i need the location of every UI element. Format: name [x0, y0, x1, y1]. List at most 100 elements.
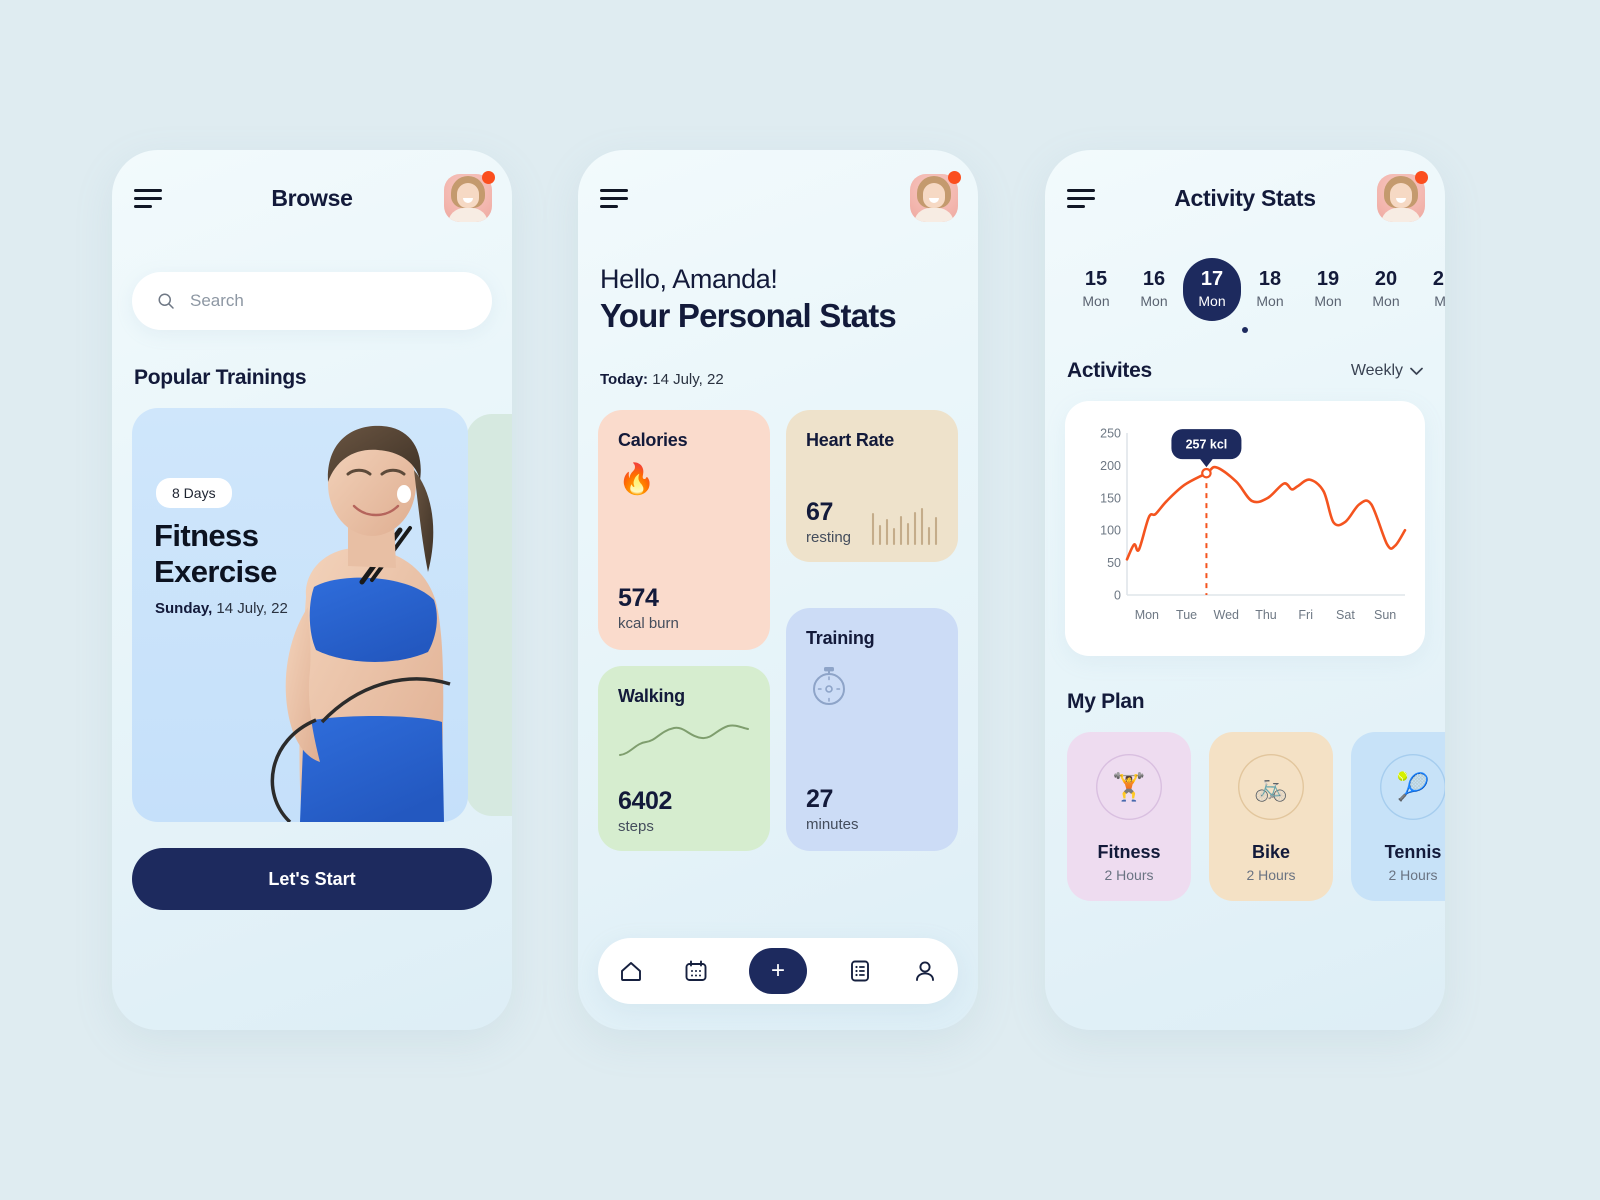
phone-screen-browse: Browse Popular Trainings	[112, 150, 512, 1030]
chart-line-series	[1125, 465, 1407, 561]
date-cell-17-selected[interactable]: 17 Mon	[1183, 258, 1241, 321]
date-day: 17	[1200, 268, 1224, 290]
sparkline-icon	[619, 724, 749, 756]
section-title-my-plan: My Plan	[1067, 690, 1145, 713]
date-cell-15[interactable]: 15 Mon	[1067, 258, 1125, 321]
card-title: Fitness Exercise	[154, 518, 277, 590]
plan-carousel[interactable]: 🏋 Fitness 2 Hours 🚲 Bike 2 Hours 🎾 Tenni…	[1067, 732, 1445, 901]
profile-icon[interactable]	[912, 958, 938, 984]
search-input[interactable]	[190, 291, 468, 311]
period-selector-label: Weekly	[1350, 362, 1403, 379]
training-card[interactable]: 8 Days Fitness Exercise Sunday, 14 July,…	[132, 408, 468, 822]
period-selector[interactable]: Weekly	[1351, 362, 1423, 380]
plan-card-fitness[interactable]: 🏋 Fitness 2 Hours	[1067, 732, 1191, 901]
activity-chart-card[interactable]: 0 50 100 150 200 250 257 kcl Mon Tue Wed Thu Fri S…	[1065, 401, 1425, 656]
avatar-face	[457, 183, 479, 208]
today-label: Today:	[600, 371, 649, 388]
stat-card-heart-rate[interactable]: Heart Rate 67 resting	[786, 410, 958, 562]
chart-x-axis-ticks: Mon Tue Wed Thu Fri Sat Sun	[1135, 608, 1397, 622]
avatar-face	[1390, 183, 1412, 208]
stat-card-calories[interactable]: Calories 🔥 574 kcal burn	[598, 410, 770, 650]
avatar-face	[923, 183, 945, 208]
stat-value-calories: 574	[618, 584, 659, 612]
hamburger-icon[interactable]	[600, 189, 628, 208]
stats-grid: Calories 🔥 574 kcal burn Heart Rate 67 r…	[598, 410, 958, 851]
stat-unit-calories: kcal burn	[618, 615, 679, 632]
stat-title-calories: Calories	[618, 430, 688, 450]
chart-x-tick-label: Mon	[1135, 608, 1159, 622]
stat-value-heart-rate: 67	[806, 498, 834, 526]
chart-y-tick-label: 200	[1100, 459, 1121, 473]
avatar[interactable]	[910, 171, 961, 222]
plan-name: Bike	[1251, 842, 1291, 862]
plus-icon[interactable]: +	[748, 948, 807, 994]
date-cell-20[interactable]: 20 Mon	[1357, 258, 1415, 321]
activity-line-chart: 0 50 100 150 200 250 257 kcl Mon Tue Wed Thu Fri S…	[1100, 427, 1407, 622]
page-title: Browse	[271, 184, 353, 211]
stat-unit-walking: steps	[618, 818, 654, 835]
plan-duration: 2 Hours	[1388, 867, 1438, 883]
avatar[interactable]	[444, 171, 495, 222]
greeting-text: Hello, Amanda!	[600, 264, 778, 294]
stat-card-training[interactable]: Training 27 minutes	[786, 608, 958, 851]
page-headline: Your Personal Stats	[600, 297, 897, 334]
stat-value-training: 27	[806, 785, 834, 813]
chart-y-tick-label: 50	[1107, 556, 1121, 570]
stat-value-group: 27 minutes	[806, 785, 859, 833]
date-cell-21[interactable]: 21 Mo	[1415, 258, 1445, 321]
hamburger-icon[interactable]	[1067, 189, 1095, 208]
heart-rate-readout: 67 resting	[806, 498, 851, 546]
card-badge: 8 Days	[156, 478, 232, 508]
topbar	[578, 150, 978, 246]
training-carousel[interactable]: 8 Days Fitness Exercise Sunday, 14 July,…	[112, 408, 512, 822]
chart-y-tick-label: 250	[1100, 427, 1121, 441]
page-title: Activity Stats	[1174, 184, 1316, 211]
plan-card-bike[interactable]: 🚲 Bike 2 Hours	[1209, 732, 1333, 901]
stat-card-walking[interactable]: Walking 6402 steps	[598, 666, 770, 851]
date-day: 20	[1374, 268, 1398, 290]
date-weekday: Mon	[1198, 293, 1226, 309]
date-weekday: Mon	[1314, 293, 1342, 309]
stat-value-group: 67 resting	[806, 498, 944, 546]
search-bar[interactable]	[132, 272, 492, 330]
chart-y-tick-label: 100	[1100, 524, 1121, 538]
home-icon[interactable]	[618, 958, 644, 984]
stat-title-walking: Walking	[618, 686, 685, 706]
chart-x-tick-label: Tue	[1176, 608, 1197, 622]
notification-dot	[482, 171, 495, 184]
bicycle-icon: 🚲	[1238, 754, 1304, 820]
stopwatch-icon	[813, 667, 845, 705]
date-day: 15	[1084, 268, 1108, 290]
phone-screen-activity-stats: Activity Stats 15 Mon 16 Mon 17 Mon 18 M…	[1045, 150, 1445, 1030]
carousel-indicator-dot	[1242, 327, 1248, 333]
chart-marker-dot	[1201, 467, 1212, 479]
chart-x-tick-label: Sun	[1374, 608, 1396, 622]
chart-y-tick-label: 0	[1114, 589, 1121, 603]
avatar[interactable]	[1377, 171, 1428, 222]
today-value: 14 July, 22	[648, 371, 724, 388]
plan-card-tennis[interactable]: 🎾 Tennis 2 Hours	[1351, 732, 1445, 901]
topbar: Browse	[112, 150, 512, 246]
date-strip-wrapper: 15 Mon 16 Mon 17 Mon 18 Mon 19 Mon 20 Mo…	[1045, 258, 1445, 333]
date-strip[interactable]: 15 Mon 16 Mon 17 Mon 18 Mon 19 Mon 20 Mo…	[1045, 258, 1445, 321]
stat-title-training: Training	[806, 628, 875, 648]
list-icon[interactable]	[847, 958, 873, 984]
chart-tooltip: 257 kcl	[1171, 429, 1242, 468]
training-card-peek[interactable]	[466, 414, 512, 816]
chart-x-tick-label: Fri	[1298, 608, 1313, 622]
chevron-down-icon	[1410, 367, 1423, 375]
card-title-line1: Fitness	[154, 518, 259, 553]
chart-y-axis-ticks: 0 50 100 150 200 250	[1100, 427, 1121, 603]
date-weekday: Mon	[1082, 293, 1110, 309]
stat-value-group: 574 kcal burn	[618, 584, 679, 632]
date-cell-18[interactable]: 18 Mon	[1241, 258, 1299, 321]
date-cell-19[interactable]: 19 Mon	[1299, 258, 1357, 321]
card-title-line2: Exercise	[154, 553, 277, 589]
lets-start-button[interactable]: Let's Start	[132, 848, 492, 910]
chart-tooltip-label: 257 kcl	[1186, 438, 1228, 452]
avatar-shoulder	[448, 208, 488, 222]
topbar: Activity Stats	[1045, 150, 1445, 246]
calendar-icon[interactable]	[683, 958, 709, 984]
date-cell-16[interactable]: 16 Mon	[1125, 258, 1183, 321]
hamburger-icon[interactable]	[134, 189, 162, 208]
